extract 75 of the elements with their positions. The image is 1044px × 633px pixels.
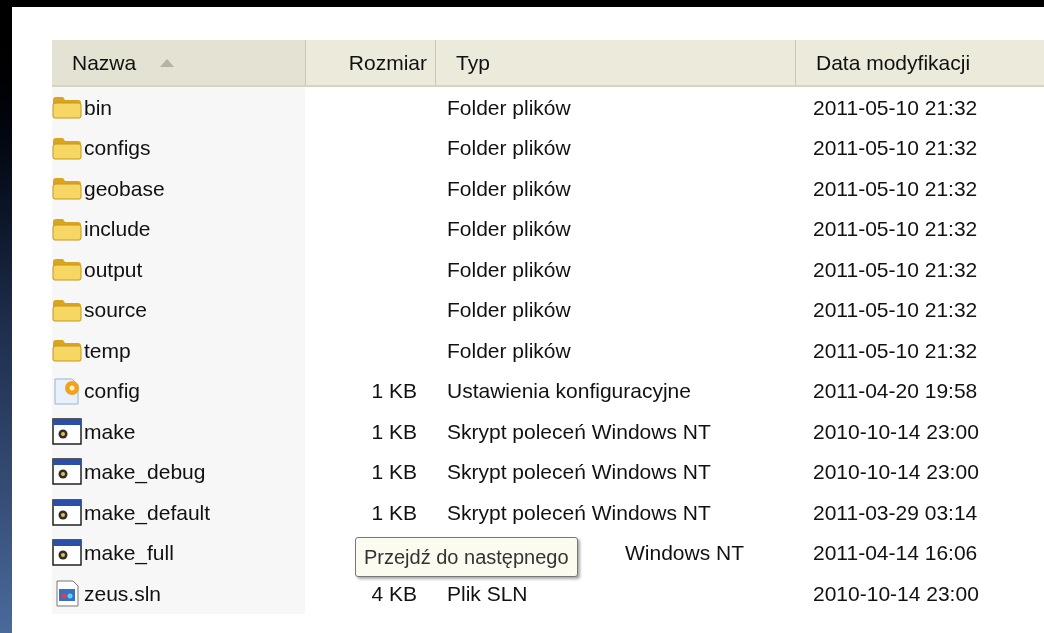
column-header[interactable]: Rozmiar (305, 40, 435, 85)
file-size: 1 KB (371, 499, 417, 526)
folder-icon (52, 95, 82, 120)
file-type: Skrypt poleceń Windows NT (447, 459, 711, 485)
sort-arrow-icon (160, 58, 175, 67)
script-window-icon (52, 417, 82, 445)
file-name: config (84, 378, 141, 404)
file-name: source (84, 297, 148, 323)
file-row-name[interactable]: geobase (52, 168, 305, 209)
folder-icon (52, 216, 82, 241)
file-name: make (84, 418, 136, 445)
modified-date: 2011-03-29 03:14 (813, 499, 978, 526)
folder-icon (52, 135, 82, 160)
file-name: make_default (84, 499, 211, 527)
folder-icon (52, 257, 82, 282)
tooltip: Przejdź do następnego (355, 536, 578, 577)
modified-date: 2011-05-10 21:32 (813, 175, 978, 202)
file-row-name[interactable]: make_default (52, 492, 305, 533)
file-type: Windows NT (625, 540, 745, 566)
file-type: Folder plików (447, 94, 571, 121)
modified-date: 2011-04-14 16:06 (813, 540, 978, 566)
modified-date: 2010-10-14 23:00 (813, 580, 979, 607)
file-row-name[interactable]: make_debug (52, 451, 305, 492)
modified-date: 2010-10-14 23:00 (813, 459, 979, 485)
file-name: temp (84, 337, 131, 364)
file-size: 4 KB (371, 580, 417, 607)
modified-date: 2011-05-10 21:32 (813, 216, 978, 242)
file-name: bin (84, 94, 113, 121)
modified-date: 2011-05-10 21:32 (813, 337, 978, 364)
file-type: Folder plików (447, 135, 571, 161)
folder-icon (52, 297, 82, 322)
file-row-name[interactable]: include (52, 208, 305, 249)
column-header[interactable]: Nazwa (52, 40, 305, 85)
script-window-icon (52, 539, 82, 567)
file-type: Folder plików (447, 337, 571, 364)
file-name: make_debug (84, 459, 206, 486)
modified-date: 2011-05-10 21:32 (813, 135, 978, 161)
column-header[interactable]: Typ (435, 40, 795, 85)
column-header[interactable]: Data modyfikacji (795, 40, 1036, 85)
file-type: Ustawienia konfiguracyjne (447, 378, 691, 404)
file-type: Skrypt poleceń Windows NT (447, 418, 711, 445)
modified-date: 2011-05-10 21:32 (813, 256, 978, 283)
file-row-name[interactable]: config (52, 370, 305, 411)
file-row-name[interactable]: make (52, 411, 305, 452)
file-size: 1 KB (371, 378, 417, 404)
file-type: Plik SLN (447, 580, 528, 607)
modified-date: 2011-05-10 21:32 (813, 297, 978, 323)
script-window-icon (52, 498, 82, 526)
file-size: 1 KB (371, 418, 417, 445)
folder-icon (52, 176, 82, 201)
file-name: make_full (84, 540, 174, 567)
file-row-name[interactable]: make_full (52, 532, 305, 573)
file-type: Folder plików (447, 216, 571, 242)
file-row-name[interactable]: temp (52, 330, 305, 371)
file-type: Folder plików (447, 297, 571, 323)
file-type: Folder plików (447, 256, 571, 283)
file-name: geobase (84, 175, 165, 202)
script-window-icon (52, 458, 82, 486)
file-name: configs (84, 135, 151, 161)
settings-file-icon (52, 375, 82, 406)
modified-date: 2011-05-10 21:32 (813, 94, 978, 121)
file-size: 1 KB (371, 459, 417, 485)
folder-icon (52, 338, 82, 363)
file-row-name[interactable]: bin (52, 87, 305, 128)
file-row-name[interactable]: output (52, 249, 305, 290)
file-row-name[interactable]: zeus.sln (52, 573, 305, 614)
file-name: output (84, 256, 143, 283)
file-row-name[interactable]: source (52, 289, 305, 330)
modified-date: 2011-04-20 19:58 (813, 378, 978, 404)
file-type: Skrypt poleceń Windows NT (447, 499, 711, 526)
file-name: zeus.sln (84, 580, 162, 607)
file-type: Folder plików (447, 175, 571, 202)
modified-date: 2010-10-14 23:00 (813, 418, 979, 445)
file-name: include (84, 216, 151, 242)
file-row-name[interactable]: configs (52, 127, 305, 168)
